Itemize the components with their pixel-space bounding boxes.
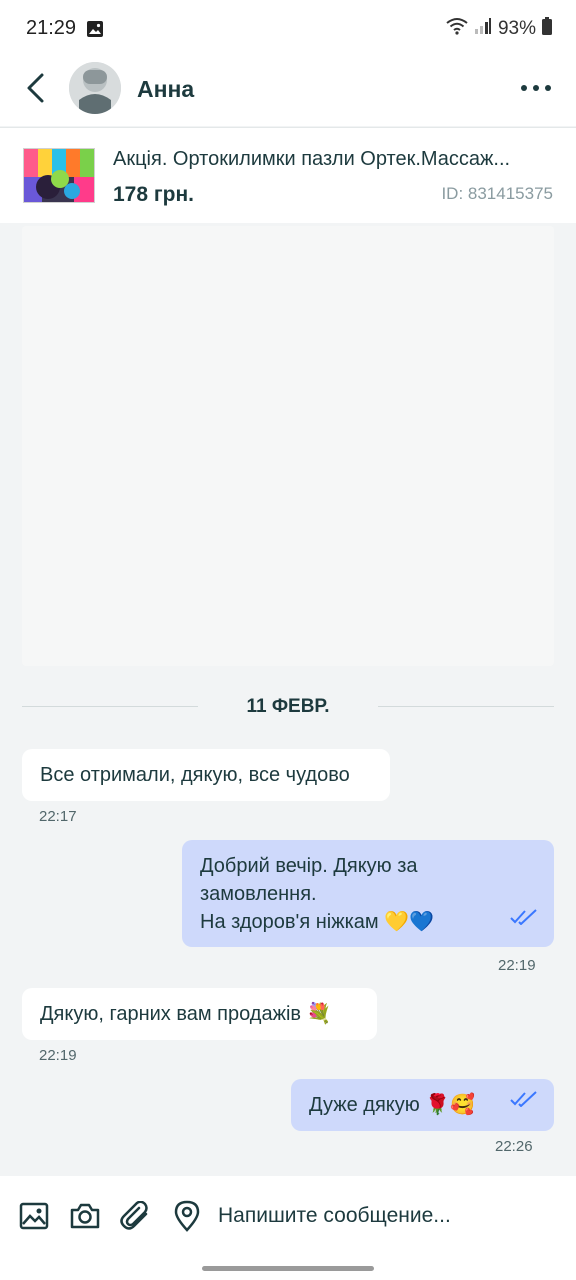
battery-text: 93% bbox=[497, 18, 536, 39]
product-title[interactable]: Акція. Ортокилимки пазли Ортек.Массаж... bbox=[113, 148, 553, 171]
product-bar[interactable]: Акція. Ортокилимки пазли Ортек.Массаж...… bbox=[0, 127, 576, 223]
location-button[interactable] bbox=[170, 1200, 204, 1237]
message-time: 22:17 bbox=[39, 808, 77, 825]
avatar[interactable] bbox=[69, 62, 121, 114]
message-bubble-outgoing[interactable]: Дуже дякую 🌹🥰 bbox=[291, 1079, 554, 1131]
home-indicator[interactable] bbox=[202, 1266, 374, 1271]
message-time: 22:26 bbox=[495, 1138, 533, 1155]
status-time: 21:29 bbox=[26, 17, 77, 39]
message-bubble-outgoing[interactable]: Добрий вечір. Дякую за замовлення. На зд… bbox=[182, 840, 554, 947]
message-bubble-incoming[interactable]: Все отримали, дякую, все чудово bbox=[22, 749, 390, 801]
message-composer bbox=[0, 1176, 576, 1260]
location-pin-icon bbox=[174, 1200, 200, 1237]
camera-button[interactable] bbox=[68, 1201, 102, 1235]
back-button[interactable] bbox=[18, 70, 52, 110]
image-message[interactable] bbox=[22, 226, 554, 666]
date-divider: 11 ФЕВР. bbox=[22, 693, 554, 721]
message-text: Дякую, гарних вам продажів 💐 bbox=[40, 1003, 332, 1025]
wifi-icon bbox=[446, 17, 468, 41]
image-icon bbox=[19, 1202, 49, 1235]
message-text: Добрий вечір. Дякую за замовлення. На зд… bbox=[200, 855, 435, 933]
chat-header: Анна bbox=[0, 58, 576, 126]
battery-icon bbox=[542, 17, 552, 41]
gallery-button[interactable] bbox=[17, 1201, 51, 1235]
product-thumbnail[interactable] bbox=[23, 148, 95, 203]
message-input[interactable] bbox=[218, 1204, 548, 1228]
status-bar: 21:29 93% bbox=[0, 0, 576, 58]
navigation-bar bbox=[0, 1260, 576, 1280]
date-label: 11 ФЕВР. bbox=[246, 696, 330, 717]
contact-name[interactable]: Анна bbox=[137, 76, 194, 103]
read-receipt-icon bbox=[510, 1087, 538, 1115]
message-bubble-incoming[interactable]: Дякую, гарних вам продажів 💐 bbox=[22, 988, 377, 1040]
back-arrow-icon bbox=[25, 72, 45, 109]
more-options-button[interactable] bbox=[516, 76, 556, 100]
read-receipt-icon bbox=[510, 905, 538, 933]
message-time: 22:19 bbox=[498, 957, 536, 974]
signal-icon bbox=[474, 17, 492, 41]
camera-icon bbox=[69, 1202, 101, 1235]
message-text: Дуже дякую 🌹🥰 bbox=[309, 1094, 476, 1116]
message-text: Все отримали, дякую, все чудово bbox=[40, 764, 350, 786]
product-id: ID: 831415375 bbox=[441, 184, 553, 203]
product-price: 178 грн. bbox=[113, 183, 194, 206]
more-options-icon bbox=[520, 79, 552, 97]
message-time: 22:19 bbox=[39, 1047, 77, 1064]
paperclip-icon bbox=[120, 1199, 152, 1236]
attach-button[interactable] bbox=[119, 1199, 153, 1236]
gallery-notification-icon bbox=[86, 20, 104, 43]
